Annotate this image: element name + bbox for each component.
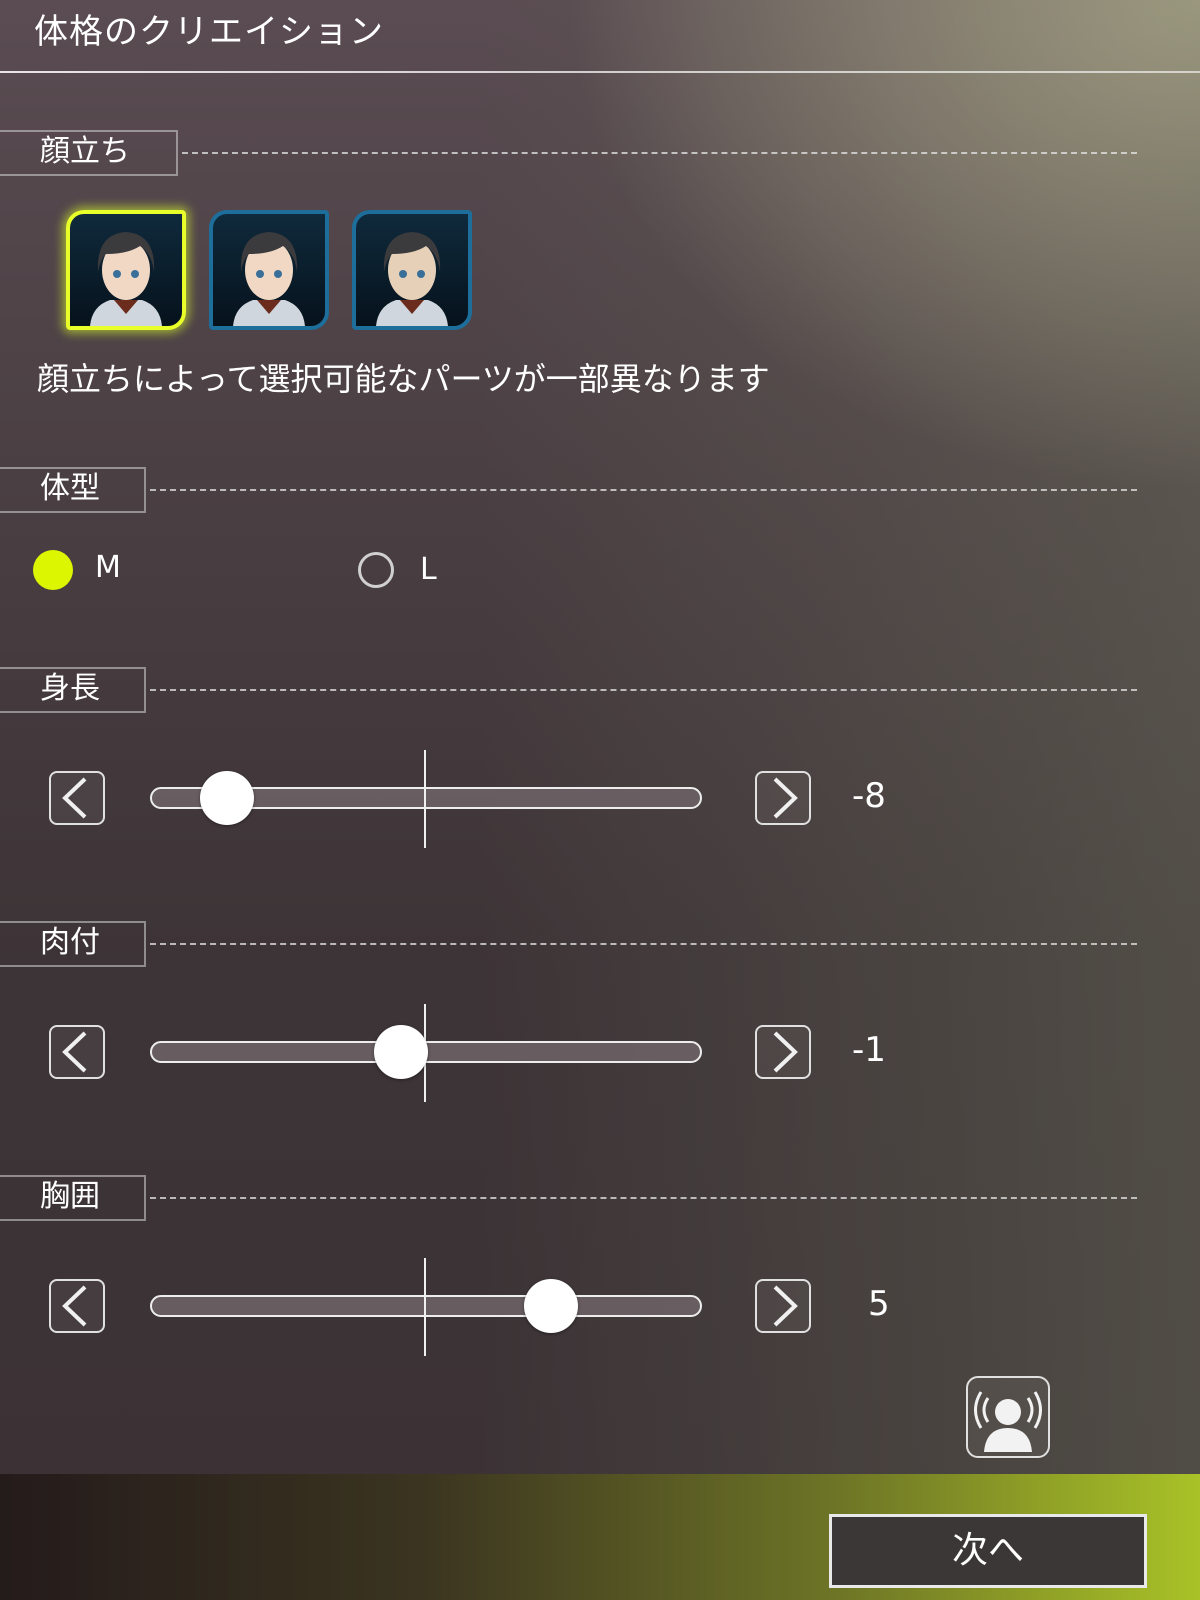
chest-slider-knob[interactable] (523, 1279, 578, 1333)
flesh-value: -1 (852, 1030, 886, 1070)
section-divider (150, 1197, 1137, 1199)
chest-increment-button[interactable] (755, 1279, 811, 1333)
chest-value: 5 (868, 1284, 890, 1324)
page-title: 体格のクリエイション (34, 12, 384, 52)
chevron-right-icon (773, 777, 798, 819)
chevron-left-icon (62, 1031, 87, 1073)
chevron-right-icon (773, 1031, 798, 1073)
flesh-increment-button[interactable] (755, 1025, 811, 1079)
next-button[interactable]: 次へ (829, 1514, 1147, 1588)
height-value: -8 (852, 776, 886, 816)
chevron-left-icon (62, 777, 87, 819)
avatar-preview-button[interactable] (966, 1376, 1050, 1458)
height-slider-center-mark (424, 750, 426, 848)
height-decrement-button[interactable] (49, 771, 105, 825)
section-divider (150, 689, 1137, 691)
chest-slider-center-mark (424, 1258, 426, 1356)
chevron-left-icon (62, 1285, 87, 1327)
section-divider (150, 489, 1137, 491)
face-option-2[interactable] (209, 210, 329, 330)
section-divider (150, 943, 1137, 945)
body-type-l-radio[interactable] (358, 552, 394, 588)
flesh-slider-knob[interactable] (374, 1025, 429, 1079)
chest-decrement-button[interactable] (49, 1279, 105, 1333)
height-increment-button[interactable] (755, 771, 811, 825)
title-divider (0, 71, 1200, 73)
flesh-decrement-button[interactable] (49, 1025, 105, 1079)
section-label-face: 顔立ち (0, 130, 178, 176)
section-label-chest: 胸囲 (0, 1175, 146, 1221)
body-type-m-label[interactable]: M (95, 550, 121, 585)
face-note: 顔立ちによって選択可能なパーツが一部異なります (37, 360, 770, 398)
section-divider (182, 152, 1137, 154)
avatar-sound-icon (974, 1391, 1042, 1452)
section-label-flesh: 肉付 (0, 921, 146, 967)
height-slider-knob[interactable] (199, 771, 254, 825)
section-label-height: 身長 (0, 667, 146, 713)
chest-slider-track[interactable] (150, 1295, 702, 1317)
body-type-m-radio[interactable] (33, 550, 73, 590)
chevron-right-icon (773, 1285, 798, 1327)
face-option-3[interactable] (352, 210, 472, 330)
section-label-body-type: 体型 (0, 467, 146, 513)
face-option-1[interactable] (66, 210, 186, 330)
body-type-l-label[interactable]: L (420, 552, 437, 587)
